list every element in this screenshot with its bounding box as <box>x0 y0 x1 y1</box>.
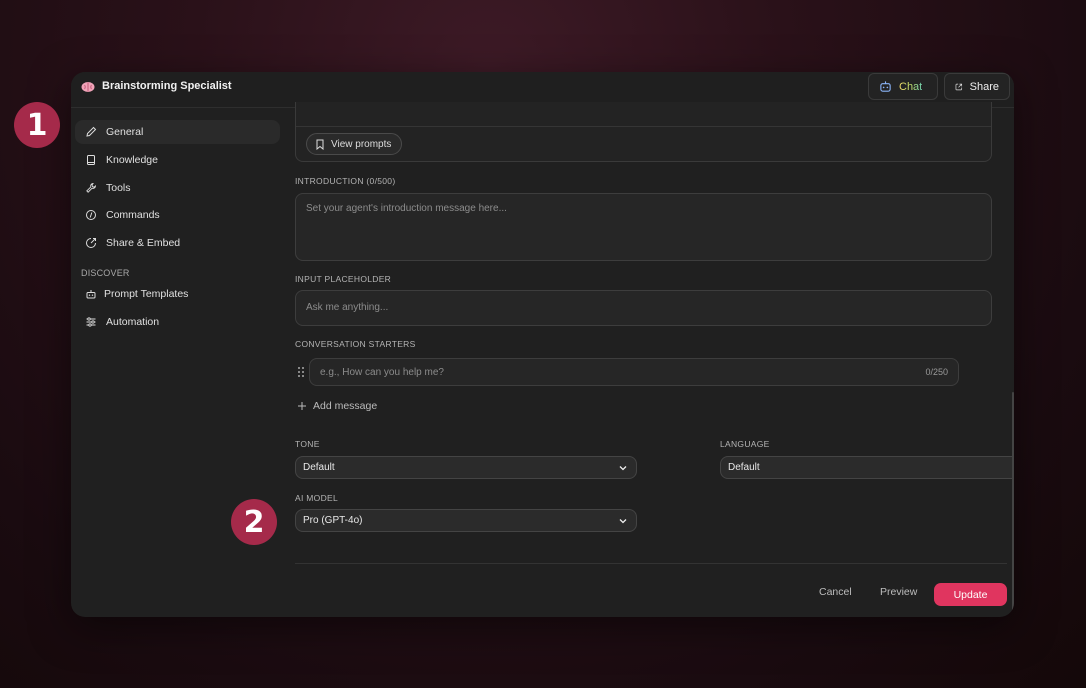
view-prompts-label: View prompts <box>331 138 392 150</box>
chat-label: Chat <box>899 80 923 93</box>
input-placeholder-label: INPUT PLACEHOLDER <box>295 274 392 284</box>
sidebar-item-share-embed[interactable]: Share & Embed <box>75 231 280 255</box>
general-settings-form: View prompts INTRODUCTION (0/500) Set yo… <box>286 102 1014 617</box>
sidebar-item-label: General <box>106 126 144 138</box>
brain-icon <box>81 82 95 92</box>
pencil-icon <box>86 126 97 137</box>
ai-model-select[interactable]: Pro (GPT-4o) <box>295 509 637 532</box>
language-label: LANGUAGE <box>720 439 770 449</box>
drag-handle-icon[interactable] <box>297 366 305 378</box>
agent-title: Brainstorming Specialist <box>102 80 232 92</box>
robot-icon <box>86 290 96 299</box>
chevron-down-icon <box>619 518 627 523</box>
bookmark-icon <box>316 139 324 150</box>
share-button[interactable]: Share <box>944 73 1010 100</box>
ai-model-label: AI MODEL <box>295 493 339 503</box>
input-placeholder-field[interactable]: Ask me anything... <box>295 290 992 326</box>
sidebar-item-commands[interactable]: Commands <box>75 203 280 227</box>
sidebar-item-label: Share & Embed <box>106 237 181 249</box>
preview-button[interactable]: Preview <box>880 586 917 598</box>
book-icon <box>87 155 95 165</box>
sidebar-item-label: Automation <box>106 316 160 328</box>
share-embed-icon <box>86 238 96 248</box>
sidebar-item-automation[interactable]: Automation <box>75 310 280 334</box>
starter-char-count: 0/250 <box>925 367 948 377</box>
automation-icon <box>86 317 96 327</box>
step-badge-1: 1 <box>14 102 60 148</box>
tone-label: TONE <box>295 439 320 449</box>
view-prompts-button[interactable]: View prompts <box>306 133 403 155</box>
share-label: Share <box>969 80 999 93</box>
add-message-label: Add message <box>313 400 378 412</box>
language-select[interactable]: Default <box>720 456 1014 479</box>
footer-divider <box>295 563 1007 564</box>
add-message-button[interactable]: Add message <box>297 400 377 412</box>
agent-settings-window: Brainstorming Specialist Chat Share Gene… <box>71 72 1014 617</box>
sidebar-item-prompt-templates[interactable]: Prompt Templates <box>75 282 280 306</box>
ai-model-value: Pro (GPT-4o) <box>303 515 363 526</box>
instructions-field[interactable]: View prompts <box>295 102 992 162</box>
divider <box>296 126 991 127</box>
share-icon <box>955 83 963 90</box>
plus-icon <box>298 402 306 410</box>
tone-select[interactable]: Default <box>295 456 637 479</box>
update-button[interactable]: Update <box>934 583 1007 606</box>
chat-button[interactable]: Chat <box>868 73 938 100</box>
discover-heading: DISCOVER <box>81 268 130 278</box>
step-badge-2: 2 <box>231 499 277 545</box>
sidebar-item-knowledge[interactable]: Knowledge <box>75 148 280 172</box>
sidebar-item-label: Knowledge <box>106 154 158 166</box>
sidebar-item-general[interactable]: General <box>75 120 280 144</box>
language-value: Default <box>728 462 760 473</box>
starter-input[interactable]: e.g., How can you help me? 0/250 <box>309 358 959 386</box>
robot-icon <box>880 81 891 92</box>
command-icon <box>86 210 96 220</box>
cancel-button[interactable]: Cancel <box>819 586 852 598</box>
form-scrollbar[interactable] <box>1012 392 1014 617</box>
wrench-icon <box>86 183 97 193</box>
conversation-starters-label: CONVERSATION STARTERS <box>295 339 416 349</box>
chevron-down-icon <box>619 465 627 470</box>
sidebar-item-label: Prompt Templates <box>104 288 189 300</box>
sidebar-item-label: Tools <box>106 182 131 194</box>
sidebar-item-tools[interactable]: Tools <box>75 176 280 200</box>
introduction-label: INTRODUCTION (0/500) <box>295 176 396 186</box>
sidebar-item-label: Commands <box>106 209 160 221</box>
starter-placeholder: e.g., How can you help me? <box>320 366 444 378</box>
introduction-textarea[interactable]: Set your agent's introduction message he… <box>295 193 992 261</box>
tone-value: Default <box>303 462 335 473</box>
